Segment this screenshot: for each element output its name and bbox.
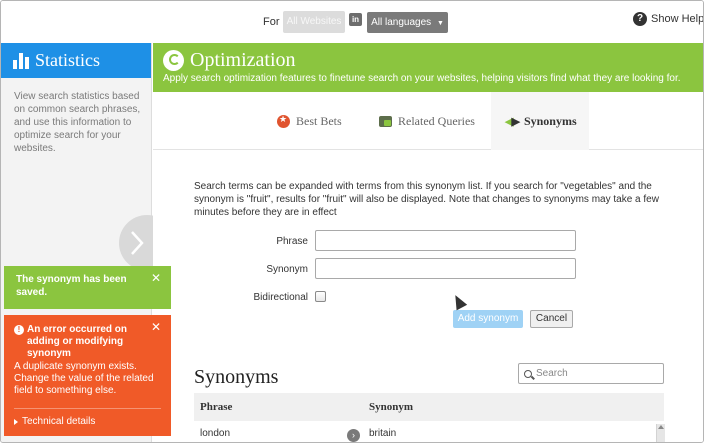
optimization-panel: Optimization Apply search optimization f… [153,43,703,442]
chevron-right-icon [131,231,144,255]
all-languages-dropdown[interactable]: All languages ▼ [367,12,448,33]
scroll-up-icon [658,425,664,429]
optimization-subtitle: Apply search optimization features to fi… [163,73,681,84]
show-help-button[interactable]: ? Show Help [633,12,704,26]
synonym-input[interactable] [315,258,576,279]
star-badge-icon [277,114,290,128]
error-body: A duplicate synonym exists. Change the v… [14,361,154,396]
search-placeholder: Search [536,368,568,379]
column-header-phrase[interactable]: Phrase [200,401,232,413]
cancel-button[interactable]: Cancel [530,310,573,328]
app-window: For All Websites in All languages ▼ ? Sh… [0,0,704,443]
phrase-label: Phrase [276,236,308,247]
synonym-description: Search terms can be expanded with terms … [194,181,659,218]
statistics-title: Statistics [35,50,101,70]
row-phrase: london [200,428,231,439]
statistics-description: View search statistics based on common s… [14,91,141,154]
error-title: An error occurred on adding or modifying… [27,324,128,359]
triangle-right-icon [14,419,18,425]
synonym-table-header: Phrase Synonym [194,393,664,421]
table-row[interactable]: london › britain [194,421,664,442]
statistics-header[interactable]: Statistics [1,43,151,78]
optimization-title: Optimization [190,49,296,71]
bidirectional-checkbox[interactable] [315,291,326,302]
top-bar: For All Websites in All languages ▼ ? Sh… [1,1,704,41]
success-notification: The synonym has been saved. ✕ [4,266,171,309]
tab-related-queries[interactable]: Related Queries [379,92,475,150]
add-synonym-button[interactable]: Add synonym [453,310,523,328]
table-scrollbar[interactable] [656,424,665,442]
for-label: For [263,16,280,28]
help-icon: ? [633,12,647,26]
language-indicator-badge: in [349,13,362,26]
bar-chart-icon [13,52,29,69]
gauge-icon [163,50,184,71]
caret-down-icon: ▼ [436,20,444,27]
success-message: The synonym has been saved. [16,274,127,298]
bidirectional-label: Bidirectional [253,292,308,303]
tab-related-queries-label: Related Queries [398,113,475,128]
tab-best-bets-label: Best Bets [296,113,342,128]
related-queries-icon [379,115,392,127]
all-websites-button[interactable]: All Websites [283,11,345,33]
optimization-tabs: Best Bets Related Queries ◀▶ Synonyms [153,92,703,150]
arrow-right-icon: › [347,429,360,442]
technical-details-label: Technical details [22,416,96,427]
synonyms-heading: Synonyms [194,366,279,388]
phrase-input[interactable] [315,230,576,251]
alert-icon: ! [14,325,24,335]
show-help-label: Show Help [651,13,704,25]
optimization-header: Optimization Apply search optimization f… [153,43,703,92]
search-icon [524,369,532,378]
error-divider [14,408,161,409]
tab-synonyms-label: Synonyms [523,113,577,128]
close-icon[interactable]: ✕ [151,321,161,333]
synonym-search-input[interactable]: Search [518,363,664,384]
all-languages-label: All languages [371,17,432,28]
technical-details-toggle[interactable]: Technical details [14,416,161,428]
error-notification: ! An error occurred on adding or modifyi… [4,315,171,436]
synonym-label: Synonym [266,264,308,275]
tab-synonyms[interactable]: ◀▶ Synonyms [491,92,589,150]
close-icon[interactable]: ✕ [151,272,161,285]
column-header-synonym[interactable]: Synonym [369,401,413,413]
swap-arrows-icon: ◀▶ [505,115,520,128]
row-synonym: britain [369,428,397,439]
tab-best-bets[interactable]: Best Bets [277,92,342,150]
